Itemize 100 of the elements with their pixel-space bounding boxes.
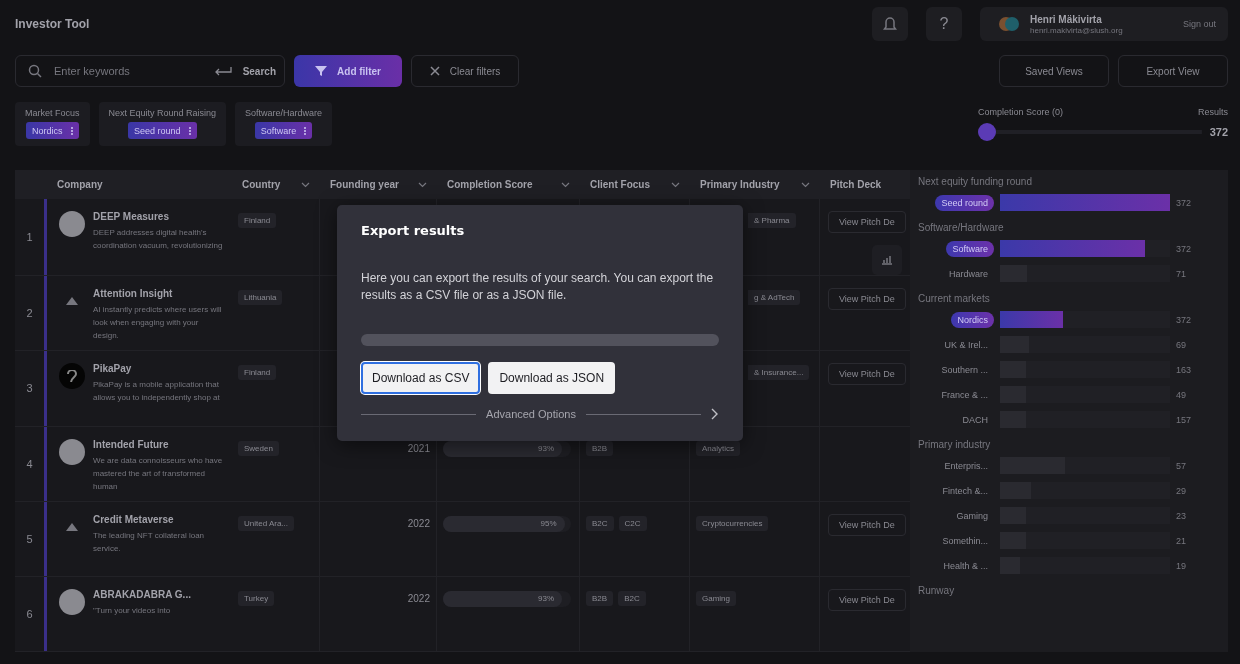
- facet-option[interactable]: Nordics: [951, 311, 994, 328]
- download-button[interactable]: Download as JSON: [488, 362, 616, 394]
- facet-title: Software/Hardware: [918, 222, 1005, 233]
- table-row[interactable]: 6 ABRAKADABRA G... "Turn your videos into Turkey 2022 93% B2B B2C Gaming View Pitch De: [15, 576, 910, 652]
- pitch-deck-button[interactable]: View Pitch De: [828, 513, 906, 536]
- table-row[interactable]: 5 Credit Metaverse The leading NFT collateral loan service. United Ara... 2022 95% B2C C2C Cryptocurrencies View Pitch De: [15, 501, 910, 577]
- help-button[interactable]: ?: [926, 7, 962, 41]
- facet-count: 372: [1176, 314, 1193, 325]
- facet-count: 21: [1176, 535, 1187, 546]
- export-view-button[interactable]: Export View: [1118, 55, 1228, 87]
- column-header[interactable]: Completion Score: [437, 179, 580, 191]
- facet-option[interactable]: Gaming: [918, 507, 994, 524]
- facet-count: 372: [1176, 243, 1193, 254]
- facet-count: 29: [1176, 485, 1187, 496]
- industry-tag: & Pharma: [748, 213, 796, 229]
- saved-views-button[interactable]: Saved Views: [999, 55, 1109, 87]
- add-filter-button[interactable]: Add filter: [294, 55, 402, 87]
- founding-year: 2022: [407, 516, 430, 529]
- facet-option[interactable]: Software: [946, 240, 994, 257]
- facet-option[interactable]: UK & Irel...: [918, 336, 994, 353]
- chevron-right-icon[interactable]: [711, 408, 719, 420]
- company-description: We are data connoisseurs who have mastered the art of transformed human: [93, 454, 224, 493]
- company-logo: [59, 363, 85, 390]
- facet-count: 23: [1176, 510, 1187, 521]
- advanced-options-toggle[interactable]: Advanced Options: [486, 408, 576, 420]
- column-header[interactable]: Client Focus: [580, 179, 690, 191]
- dots-icon: [188, 126, 191, 135]
- row-number: 5: [15, 501, 47, 576]
- row-number: 2: [15, 276, 47, 351]
- avatar-icon: [998, 14, 1020, 34]
- filter-label: Market Focus: [25, 108, 80, 118]
- user-email: henri.makivirta@slush.org: [1030, 25, 1124, 35]
- client-tag: B2B: [586, 590, 614, 606]
- company-name[interactable]: DEEP Measures: [93, 211, 224, 223]
- facet-option[interactable]: Somethin...: [918, 532, 994, 549]
- country-tag: Finland: [238, 365, 277, 381]
- filter-chip[interactable]: Nordics: [26, 122, 79, 139]
- facet-option[interactable]: Seed round: [935, 194, 994, 211]
- column-header[interactable]: Country: [232, 179, 320, 191]
- company-name[interactable]: ABRAKADABRA G...: [93, 588, 191, 600]
- facet-option[interactable]: Health & ...: [918, 557, 994, 574]
- column-header[interactable]: Pitch Deck: [820, 179, 910, 191]
- company-logo: [59, 588, 85, 615]
- close-icon: [429, 66, 440, 76]
- company-name[interactable]: Credit Metaverse: [93, 513, 224, 525]
- chevron-down-icon: [801, 181, 810, 188]
- facet-count: 163: [1176, 364, 1193, 375]
- facet-option[interactable]: France & ...: [918, 386, 994, 403]
- facet-count: 71: [1176, 268, 1187, 279]
- facet-count: 69: [1176, 339, 1187, 350]
- facet-title: Current markets: [918, 293, 991, 304]
- filter-label: Next Equity Round Raising: [108, 108, 217, 118]
- company-name[interactable]: PikaPay: [93, 363, 224, 375]
- slider-thumb[interactable]: [978, 123, 996, 141]
- bell-icon: [883, 16, 897, 32]
- company-logo: [59, 438, 85, 465]
- notifications-button[interactable]: [872, 7, 908, 41]
- company-name[interactable]: Attention Insight: [93, 288, 224, 300]
- chart-button[interactable]: [872, 245, 902, 276]
- row-number: 4: [15, 426, 47, 501]
- row-number: 3: [15, 351, 47, 426]
- company-description: "Turn your videos into: [93, 604, 172, 617]
- chevron-down-icon: [671, 181, 680, 188]
- client-tag: C2C: [618, 515, 647, 531]
- pitch-deck-button[interactable]: View Pitch De: [828, 211, 906, 234]
- column-header[interactable]: Company: [47, 179, 232, 191]
- dialog-text: Here you can export the results of your search. You can export the results as a CSV file or as a JSON file.: [361, 270, 715, 304]
- facet-option[interactable]: Fintech &...: [918, 482, 994, 499]
- filter-icon: [315, 66, 328, 76]
- country-tag: Lithuania: [238, 290, 283, 306]
- pitch-deck-button[interactable]: View Pitch De: [828, 288, 906, 311]
- facet-option[interactable]: Enterpris...: [918, 457, 994, 474]
- column-header[interactable]: Founding year: [320, 179, 437, 191]
- completion-bar: 93%: [443, 590, 563, 607]
- sign-out-link[interactable]: Sign out: [1182, 19, 1216, 29]
- facet-option[interactable]: Southern ...: [918, 361, 994, 378]
- founding-year: 2021: [407, 441, 430, 454]
- results-count: 372: [1209, 126, 1228, 138]
- client-tag: B2C: [586, 515, 614, 531]
- pitch-deck-button[interactable]: View Pitch De: [828, 588, 906, 611]
- column-header[interactable]: Primary Industry: [690, 179, 820, 191]
- industry-tag: Gaming: [696, 590, 736, 606]
- company-description: AI instantly predicts where users will look when engaging with your design.: [93, 304, 223, 343]
- facet-count: 157: [1176, 414, 1193, 425]
- facet-option[interactable]: DACH: [918, 411, 994, 428]
- chevron-down-icon: [301, 181, 310, 188]
- facet-title: Next equity funding round: [918, 176, 1033, 187]
- pitch-deck-button[interactable]: View Pitch De: [828, 363, 906, 386]
- download-button[interactable]: Download as CSV: [361, 362, 481, 394]
- search-button[interactable]: Search: [242, 65, 276, 77]
- user-name: Henri Mäkivirta: [1030, 13, 1103, 25]
- founding-year: 2022: [407, 591, 430, 604]
- dots-icon: [304, 126, 307, 135]
- filter-chip[interactable]: Software: [254, 122, 313, 139]
- facet-option[interactable]: Hardware: [918, 265, 994, 282]
- clear-filters-button[interactable]: Clear filters: [411, 55, 519, 87]
- company-name[interactable]: Intended Future: [93, 438, 224, 450]
- dialog-title: Export results: [361, 223, 466, 238]
- filter-chip[interactable]: Seed round: [128, 122, 197, 139]
- search-field[interactable]: Enter keywords Search: [15, 55, 285, 87]
